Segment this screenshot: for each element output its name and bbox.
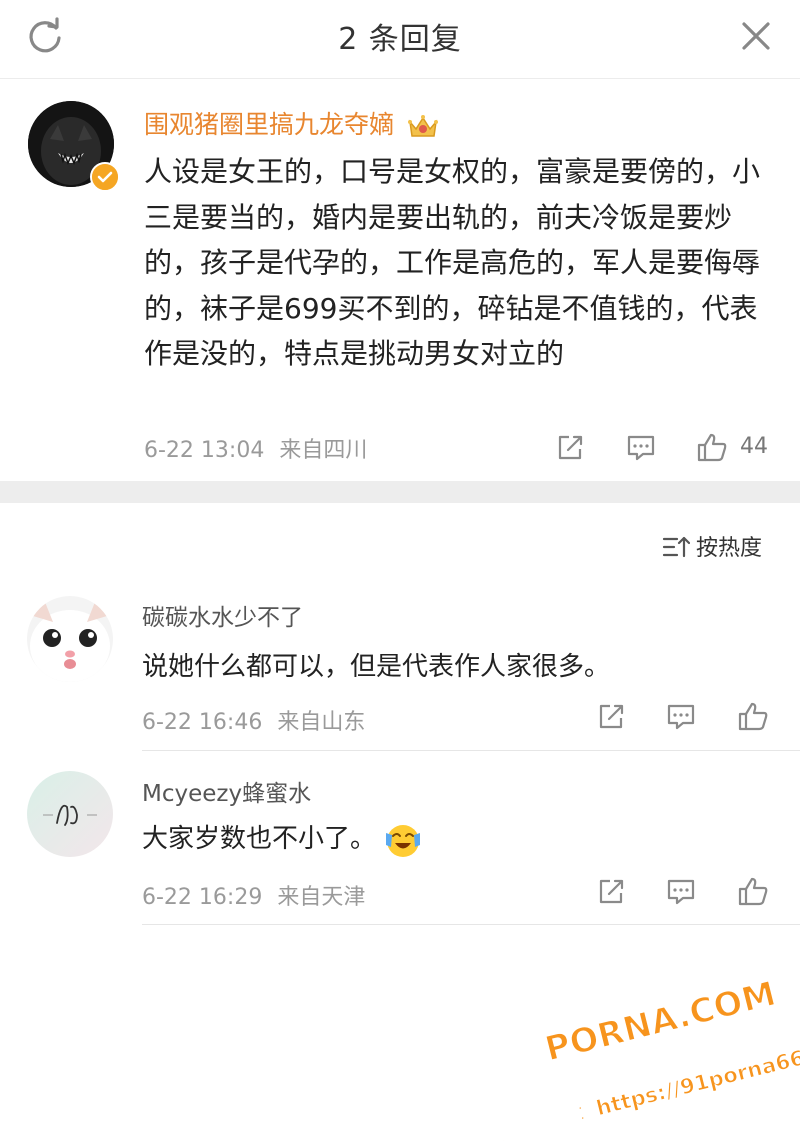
comment-meta: 6-22 13:04 来自四川 xyxy=(144,432,367,464)
sort-label: 按热度 xyxy=(696,536,763,561)
comment-text: 人设是女王的，口号是女权的，富豪是要傍的，小三是要当的，婚内是要出轨的，前夫冷饭… xyxy=(144,155,761,370)
reply-username[interactable]: Mcyeezy蜂蜜水 xyxy=(142,774,311,808)
share-icon[interactable] xyxy=(555,433,585,463)
username-text[interactable]: 围观猪圈里搞九龙夺嫡 xyxy=(144,110,394,139)
close-icon[interactable] xyxy=(736,16,776,56)
avatar[interactable] xyxy=(27,771,113,857)
location: 来自山东 xyxy=(277,710,366,735)
page-title: 2 条回复 xyxy=(338,22,462,57)
cat-avatar-image xyxy=(27,596,113,682)
like-icon[interactable] xyxy=(737,875,769,907)
like-icon[interactable] xyxy=(696,431,728,463)
main-comment: 围观猪圈里搞九龙夺嫡 人设是女王的，口号是女权的，富豪是要傍的，小三是要当的，婚… xyxy=(0,79,800,481)
crown-badge-icon xyxy=(407,115,438,137)
logo-avatar-image xyxy=(27,771,113,857)
reply-meta: 6-22 16:46 来自山东 xyxy=(142,704,365,736)
reply-text: 大家岁数也不小了。 xyxy=(142,818,422,859)
reply-divider xyxy=(142,924,800,925)
location: 来自天津 xyxy=(277,885,366,910)
reply-meta: 6-22 16:29 来自天津 xyxy=(142,879,365,911)
location: 来自四川 xyxy=(279,438,368,463)
sort-toggle[interactable]: 按热度 xyxy=(662,530,762,562)
comment-icon[interactable] xyxy=(666,702,696,732)
timestamp: 6-22 16:46 xyxy=(142,710,263,735)
reply-text: 说她什么都可以，但是代表作人家很多。 xyxy=(142,652,611,682)
timestamp: 6-22 16:29 xyxy=(142,885,263,910)
section-separator xyxy=(0,481,800,503)
comment-icon[interactable] xyxy=(666,877,696,907)
like-icon[interactable] xyxy=(737,700,769,732)
share-icon[interactable] xyxy=(596,702,626,732)
comment-icon[interactable] xyxy=(626,433,656,463)
share-icon[interactable] xyxy=(596,877,626,907)
avatar[interactable] xyxy=(27,596,113,682)
verified-badge-icon xyxy=(90,162,120,192)
site-watermark: PORNA.COM 看完整版：https://91porna66.com xyxy=(491,973,800,1142)
watermark-url: 看完整版：https://91porna66.com xyxy=(492,1032,800,1142)
tearful-laugh-emoji-icon xyxy=(386,824,421,857)
username[interactable]: 围观猪圈里搞九龙夺嫡 xyxy=(144,105,440,141)
like-count: 44 xyxy=(740,434,768,459)
sort-icon xyxy=(662,536,690,558)
header-bar: 2 条回复 xyxy=(0,0,800,79)
reply-text-content: 大家岁数也不小了。 xyxy=(142,824,377,854)
reply-divider xyxy=(142,750,800,751)
watermark-brand: PORNA.COM xyxy=(541,974,780,1070)
reply-username[interactable]: 碳碳水水少不了 xyxy=(142,598,303,632)
timestamp: 6-22 13:04 xyxy=(144,438,265,463)
